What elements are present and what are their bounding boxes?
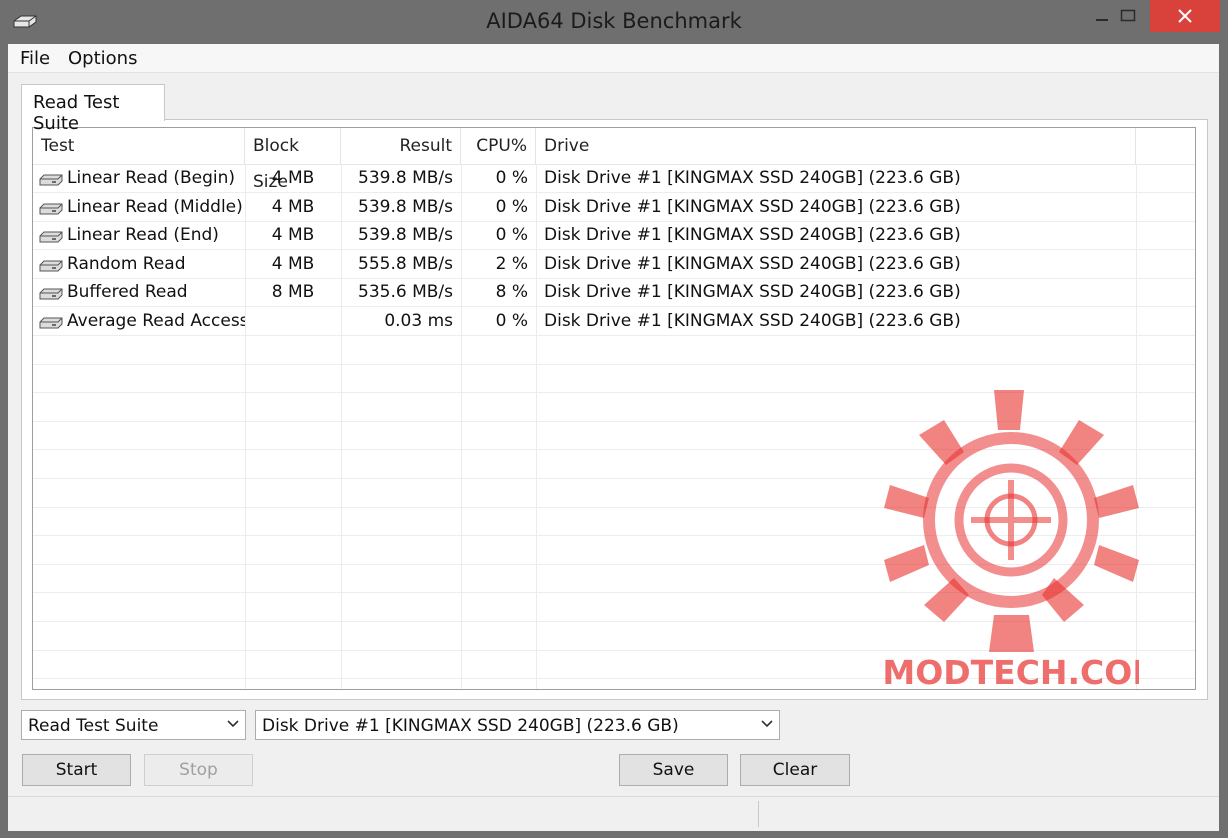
cell-result: 0.03 ms <box>384 311 453 331</box>
empty-row <box>33 336 1195 365</box>
cell-block: 4 MB <box>271 225 315 246</box>
window-title: AIDA64 Disk Benchmark <box>486 9 742 33</box>
stop-button[interactable]: Stop <box>144 754 253 786</box>
empty-row <box>33 622 1195 651</box>
empty-row <box>33 393 1195 422</box>
table-row[interactable]: Random Read 4 MB 555.8 MB/s 2 % Disk Drive #… <box>33 250 1195 279</box>
column-header-cpu[interactable]: CPU% <box>461 128 536 164</box>
column-header-drive[interactable]: Drive <box>536 128 1136 164</box>
chevron-down-icon <box>761 720 773 728</box>
cell-result: 539.8 MB/s <box>358 225 453 246</box>
cell-test: Average Read Access <box>67 311 245 331</box>
cell-drive: Disk Drive #1 [KINGMAX SSD 240GB] (223.6… <box>544 282 961 303</box>
client-area: File Options Read Test Suite Test Block … <box>8 44 1219 831</box>
cell-result: 539.8 MB/s <box>358 196 453 217</box>
empty-row <box>33 364 1195 394</box>
maximize-button[interactable] <box>1108 0 1148 32</box>
cell-drive: Disk Drive #1 [KINGMAX SSD 240GB] (223.6… <box>544 168 961 188</box>
empty-row <box>33 593 1195 622</box>
empty-row <box>33 650 1195 680</box>
cell-block: 4 MB <box>271 196 315 217</box>
menu-bar: File Options <box>8 44 1219 73</box>
results-table[interactable]: Test Block Size Result CPU% Drive Linear… <box>32 127 1196 690</box>
cell-drive: Disk Drive #1 [KINGMAX SSD 240GB] (223.6… <box>544 253 961 274</box>
menu-file[interactable]: File <box>20 48 50 69</box>
save-button[interactable]: Save <box>619 754 728 786</box>
column-header-result[interactable]: Result <box>341 128 461 164</box>
close-button[interactable] <box>1150 0 1220 32</box>
table-row[interactable]: Buffered Read 8 MB 535.6 MB/s 8 % Disk Drive… <box>33 278 1195 308</box>
table-row[interactable]: Linear Read (Begin) 4 MB 539.8 MB/s 0 % Disk… <box>33 164 1195 193</box>
title-bar[interactable]: AIDA64 Disk Benchmark <box>0 0 1228 44</box>
cell-cpu: 0 % <box>495 311 528 331</box>
cell-test: Random Read <box>67 253 186 274</box>
cell-block: 4 MB <box>271 253 315 274</box>
tab-label: Read Test Suite <box>33 92 120 134</box>
cell-cpu: 8 % <box>495 282 528 303</box>
cell-result: 555.8 MB/s <box>358 253 453 274</box>
table-header: Test Block Size Result CPU% Drive <box>33 128 1195 192</box>
table-row[interactable]: Linear Read (Middle) 4 MB 539.8 MB/s 0 % Dis… <box>33 193 1195 222</box>
drive-select-value: Disk Drive #1 [KINGMAX SSD 240GB] (223.6… <box>262 716 679 736</box>
cell-test: Linear Read (End) <box>67 225 219 246</box>
empty-row <box>33 564 1195 594</box>
tab-panel: Test Block Size Result CPU% Drive Linear… <box>21 119 1208 700</box>
empty-row <box>33 421 1195 451</box>
close-icon <box>1178 9 1192 23</box>
empty-row <box>33 507 1195 537</box>
cell-result: 539.8 MB/s <box>358 168 453 188</box>
cell-cpu: 0 % <box>495 196 528 217</box>
cell-cpu: 0 % <box>495 225 528 246</box>
start-button[interactable]: Start <box>22 754 131 786</box>
cell-test: Linear Read (Middle) <box>67 196 243 217</box>
cell-test: Buffered Read <box>67 282 188 303</box>
minimize-icon <box>1096 19 1108 21</box>
menu-options[interactable]: Options <box>68 48 137 69</box>
empty-row <box>33 450 1195 479</box>
table-row[interactable]: Linear Read (End) 4 MB 539.8 MB/s 0 % Disk D… <box>33 221 1195 251</box>
cell-drive: Disk Drive #1 [KINGMAX SSD 240GB] (223.6… <box>544 196 961 217</box>
tab-read-test-suite[interactable]: Read Test Suite <box>21 84 165 134</box>
cell-drive: Disk Drive #1 [KINGMAX SSD 240GB] (223.6… <box>544 225 961 246</box>
cell-result: 535.6 MB/s <box>358 282 453 303</box>
chevron-down-icon <box>227 720 239 728</box>
cell-cpu: 2 % <box>495 253 528 274</box>
cell-block: 4 MB <box>271 168 315 188</box>
app-window: AIDA64 Disk Benchmark File Options Read … <box>0 0 1228 838</box>
status-divider <box>758 801 759 827</box>
test-suite-select-value: Read Test Suite <box>28 716 159 736</box>
cell-cpu: 0 % <box>495 168 528 188</box>
column-header-block-size[interactable]: Block Size <box>245 128 341 192</box>
empty-row <box>33 536 1195 565</box>
status-bar <box>8 796 1219 831</box>
cell-block <box>245 307 341 335</box>
cell-test: Linear Read (Begin) <box>67 168 236 188</box>
table-row[interactable]: Average Read Access 0.03 ms 0 % Disk Drive … <box>33 307 1195 336</box>
empty-row <box>33 479 1195 508</box>
drive-select[interactable]: Disk Drive #1 [KINGMAX SSD 240GB] (223.6… <box>255 710 780 740</box>
maximize-icon <box>1120 9 1136 22</box>
clear-button[interactable]: Clear <box>740 754 850 786</box>
cell-drive: Disk Drive #1 [KINGMAX SSD 240GB] (223.6… <box>544 311 961 331</box>
test-suite-select[interactable]: Read Test Suite <box>21 710 246 740</box>
cell-block: 8 MB <box>271 282 315 303</box>
